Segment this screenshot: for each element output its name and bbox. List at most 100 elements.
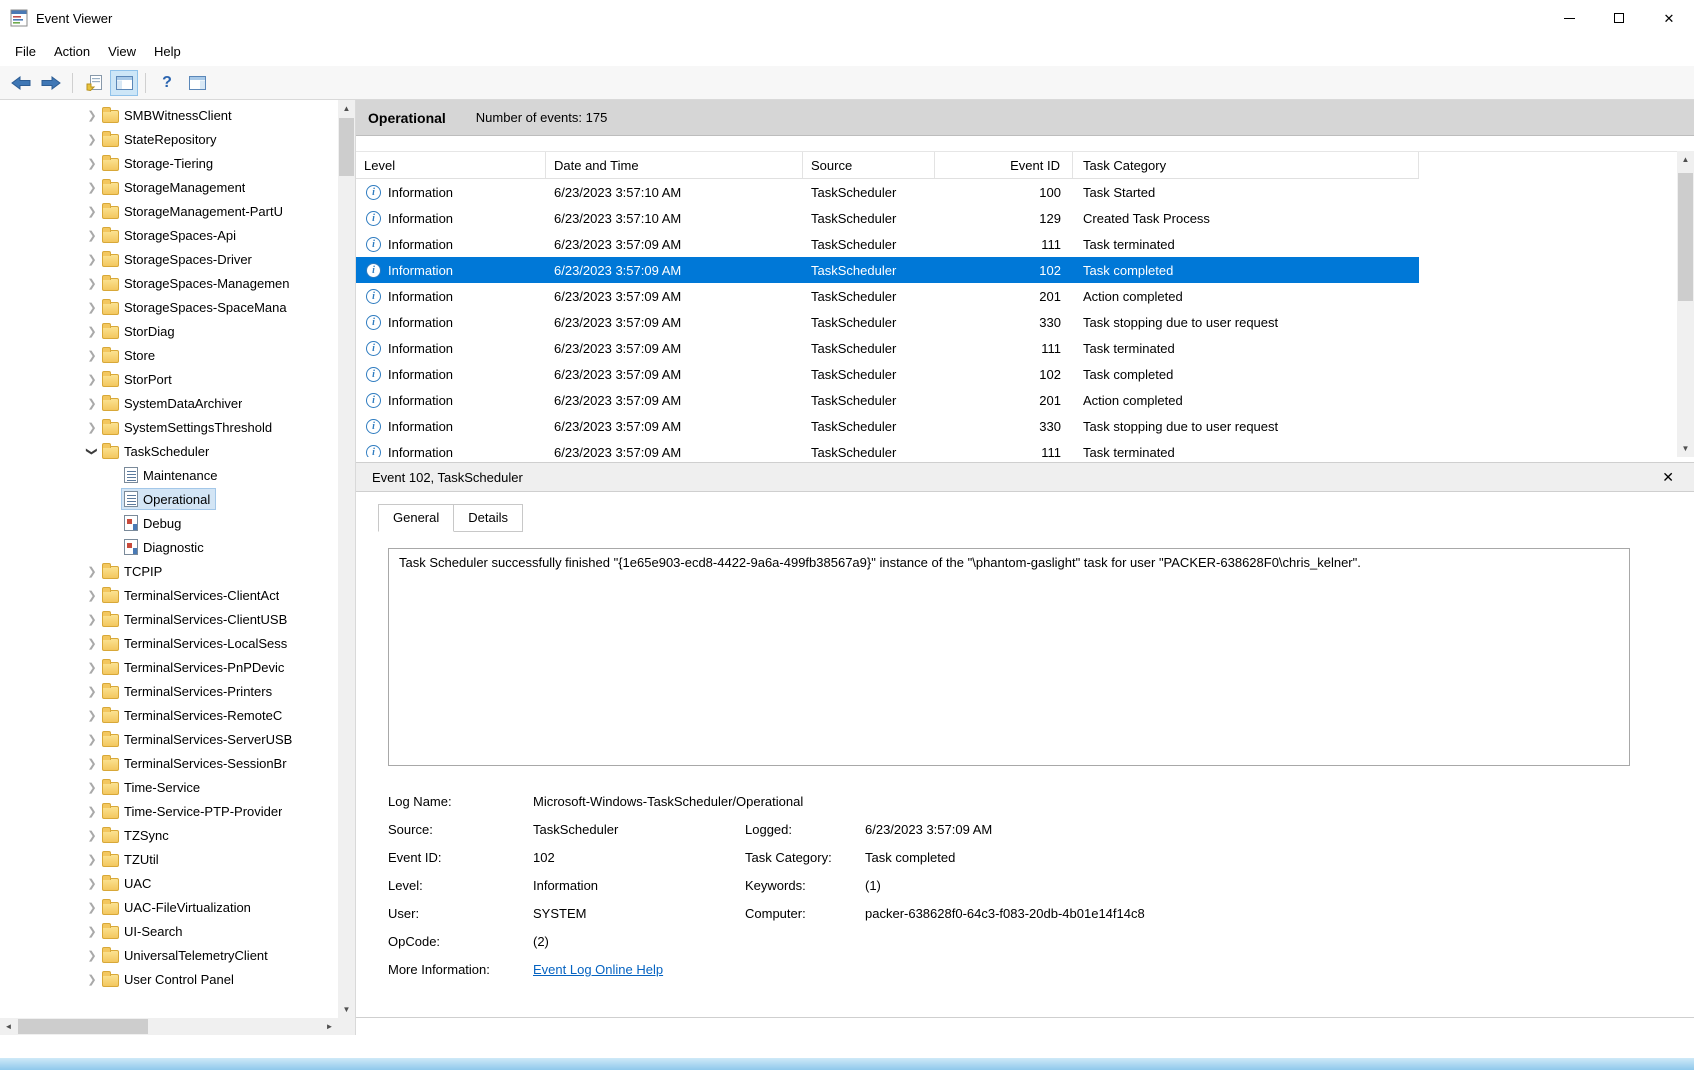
tree-item-body[interactable]: StorageSpaces-SpaceMana xyxy=(100,297,292,317)
tab-details[interactable]: Details xyxy=(454,504,523,532)
tree-item[interactable]: ❯ Time-Service xyxy=(0,775,338,799)
menu-action[interactable]: Action xyxy=(45,40,99,63)
tree-item-body[interactable]: TerminalServices-RemoteC xyxy=(100,705,287,725)
tree-vertical-scrollbar[interactable]: ▲ ▼ xyxy=(338,100,355,1018)
events-scrollbar-thumb[interactable] xyxy=(1678,173,1693,301)
tree-item-body[interactable]: TerminalServices-SessionBr xyxy=(100,753,292,773)
tree-item-body[interactable]: Maintenance xyxy=(122,465,222,485)
tree-item-body[interactable]: SMBWitnessClient xyxy=(100,105,237,125)
tree-item[interactable]: ❯ TZUtil xyxy=(0,847,338,871)
column-header-level[interactable]: Level xyxy=(356,152,546,178)
tree-item[interactable]: ❯ TerminalServices-ClientAct xyxy=(0,583,338,607)
tab-general[interactable]: General xyxy=(378,504,454,532)
tree-item-body[interactable]: Storage-Tiering xyxy=(100,153,218,173)
expand-chevron-icon[interactable]: ❯ xyxy=(84,253,100,266)
tree-item-body[interactable]: StateRepository xyxy=(100,129,222,149)
expand-chevron-icon[interactable]: ❯ xyxy=(84,301,100,314)
tree-item[interactable]: ❯ TerminalServices-SessionBr xyxy=(0,751,338,775)
menu-help[interactable]: Help xyxy=(145,40,190,63)
tree-item-body[interactable]: Operational xyxy=(122,489,215,509)
tree-item[interactable]: ❯ StorageSpaces-Driver xyxy=(0,247,338,271)
help-button[interactable]: ? xyxy=(153,70,181,96)
tree-item-body[interactable]: SystemSettingsThreshold xyxy=(100,417,277,437)
tree-item[interactable]: Maintenance xyxy=(0,463,338,487)
tree-item-body[interactable]: UAC xyxy=(100,873,156,893)
expand-chevron-icon[interactable]: ❯ xyxy=(84,661,100,674)
tree-item[interactable]: ❯ SystemDataArchiver xyxy=(0,391,338,415)
tree-item[interactable]: ❯ TerminalServices-PnPDevic xyxy=(0,655,338,679)
tree-item[interactable]: ❯ User Control Panel xyxy=(0,967,338,991)
expand-chevron-icon[interactable]: ❯ xyxy=(84,397,100,410)
scroll-down-icon[interactable]: ▼ xyxy=(1677,440,1694,457)
tree-item-body[interactable]: TaskScheduler xyxy=(100,441,214,461)
tree-item[interactable]: Diagnostic xyxy=(0,535,338,559)
tree-item-body[interactable]: User Control Panel xyxy=(100,969,239,989)
event-row[interactable]: i Information 6/23/2023 3:57:09 AM TaskS… xyxy=(356,387,1419,413)
menu-view[interactable]: View xyxy=(99,40,145,63)
tree-scrollbar-thumb[interactable] xyxy=(339,118,354,176)
tree-item-body[interactable]: StorDiag xyxy=(100,321,180,341)
expand-chevron-icon[interactable]: ❯ xyxy=(84,325,100,338)
tree-item[interactable]: ❯ TerminalServices-Printers xyxy=(0,679,338,703)
show-console-tree-button[interactable] xyxy=(110,70,138,96)
tree-item[interactable]: ❯ StorDiag xyxy=(0,319,338,343)
event-row[interactable]: i Information 6/23/2023 3:57:09 AM TaskS… xyxy=(356,309,1419,335)
tree-item-body[interactable]: Debug xyxy=(122,513,186,533)
column-header-task-category[interactable]: Task Category xyxy=(1073,152,1419,178)
tree-item[interactable]: ❯ TerminalServices-ServerUSB xyxy=(0,727,338,751)
tree-item[interactable]: ❯ TerminalServices-RemoteC xyxy=(0,703,338,727)
tree-item-body[interactable]: TerminalServices-Printers xyxy=(100,681,277,701)
event-row[interactable]: i Information 6/23/2023 3:57:09 AM TaskS… xyxy=(356,231,1419,257)
scroll-down-icon[interactable]: ▼ xyxy=(338,1001,355,1018)
event-row[interactable]: i Information 6/23/2023 3:57:09 AM TaskS… xyxy=(356,413,1419,439)
expand-chevron-icon[interactable]: ❯ xyxy=(84,589,100,602)
back-button[interactable] xyxy=(7,70,35,96)
tree-item[interactable]: ❯ StorageSpaces-Api xyxy=(0,223,338,247)
tree-item-body[interactable]: StorPort xyxy=(100,369,177,389)
tree-item-body[interactable]: TerminalServices-LocalSess xyxy=(100,633,292,653)
tree-item[interactable]: Operational xyxy=(0,487,338,511)
expand-chevron-icon[interactable]: ❯ xyxy=(84,973,100,986)
event-row[interactable]: i Information 6/23/2023 3:57:09 AM TaskS… xyxy=(356,283,1419,309)
tree-item[interactable]: Debug xyxy=(0,511,338,535)
expand-chevron-icon[interactable]: ❯ xyxy=(84,229,100,242)
minimize-button[interactable] xyxy=(1544,0,1594,36)
action-pane-button[interactable] xyxy=(183,70,211,96)
tree-item[interactable]: ❯ StorageManagement xyxy=(0,175,338,199)
event-row[interactable]: i Information 6/23/2023 3:57:10 AM TaskS… xyxy=(356,179,1419,205)
column-header-date-and-time[interactable]: Date and Time xyxy=(546,152,803,178)
tree-hscrollbar-thumb[interactable] xyxy=(18,1019,148,1034)
menu-file[interactable]: File xyxy=(6,40,45,63)
expand-chevron-icon[interactable]: ❯ xyxy=(84,781,100,794)
tree-item-body[interactable]: Time-Service-PTP-Provider xyxy=(100,801,287,821)
tree-item[interactable]: ❯ UI-Search xyxy=(0,919,338,943)
tree-item-body[interactable]: UAC-FileVirtualization xyxy=(100,897,256,917)
tree-item[interactable]: ❯ SystemSettingsThreshold xyxy=(0,415,338,439)
event-row[interactable]: i Information 6/23/2023 3:57:09 AM TaskS… xyxy=(356,335,1419,361)
tree-item-body[interactable]: SystemDataArchiver xyxy=(100,393,247,413)
tree-item-body[interactable]: Diagnostic xyxy=(122,537,209,557)
scroll-up-icon[interactable]: ▲ xyxy=(1677,151,1694,168)
tree-item-body[interactable]: UniversalTelemetryClient xyxy=(100,945,273,965)
expand-chevron-icon[interactable]: ❯ xyxy=(84,109,100,122)
expand-chevron-icon[interactable]: ❯ xyxy=(84,349,100,362)
tree-item[interactable]: ❯ StorageSpaces-SpaceMana xyxy=(0,295,338,319)
open-saved-log-button[interactable] xyxy=(80,70,108,96)
tree-item-body[interactable]: TerminalServices-PnPDevic xyxy=(100,657,289,677)
expand-chevron-icon[interactable]: ❯ xyxy=(84,565,100,578)
expand-chevron-icon[interactable]: ❯ xyxy=(84,421,100,434)
tree-item-body[interactable]: Store xyxy=(100,345,160,365)
expand-chevron-icon[interactable]: ❯ xyxy=(84,277,100,290)
expand-chevron-icon[interactable]: ❯ xyxy=(84,709,100,722)
event-row[interactable]: i Information 6/23/2023 3:57:09 AM TaskS… xyxy=(356,361,1419,387)
maximize-button[interactable] xyxy=(1594,0,1644,36)
tree-item-body[interactable]: TerminalServices-ClientUSB xyxy=(100,609,292,629)
expand-chevron-icon[interactable]: ❯ xyxy=(84,181,100,194)
tree-item[interactable]: ❯ UAC-FileVirtualization xyxy=(0,895,338,919)
tree-item-body[interactable]: TerminalServices-ServerUSB xyxy=(100,729,297,749)
expand-chevron-icon[interactable]: ❯ xyxy=(84,853,100,866)
tree-item[interactable]: ❯ TCPIP xyxy=(0,559,338,583)
tree-item[interactable]: ❯ StorageManagement-PartU xyxy=(0,199,338,223)
tree-item-body[interactable]: TerminalServices-ClientAct xyxy=(100,585,284,605)
tree-item[interactable]: ❯ TerminalServices-LocalSess xyxy=(0,631,338,655)
